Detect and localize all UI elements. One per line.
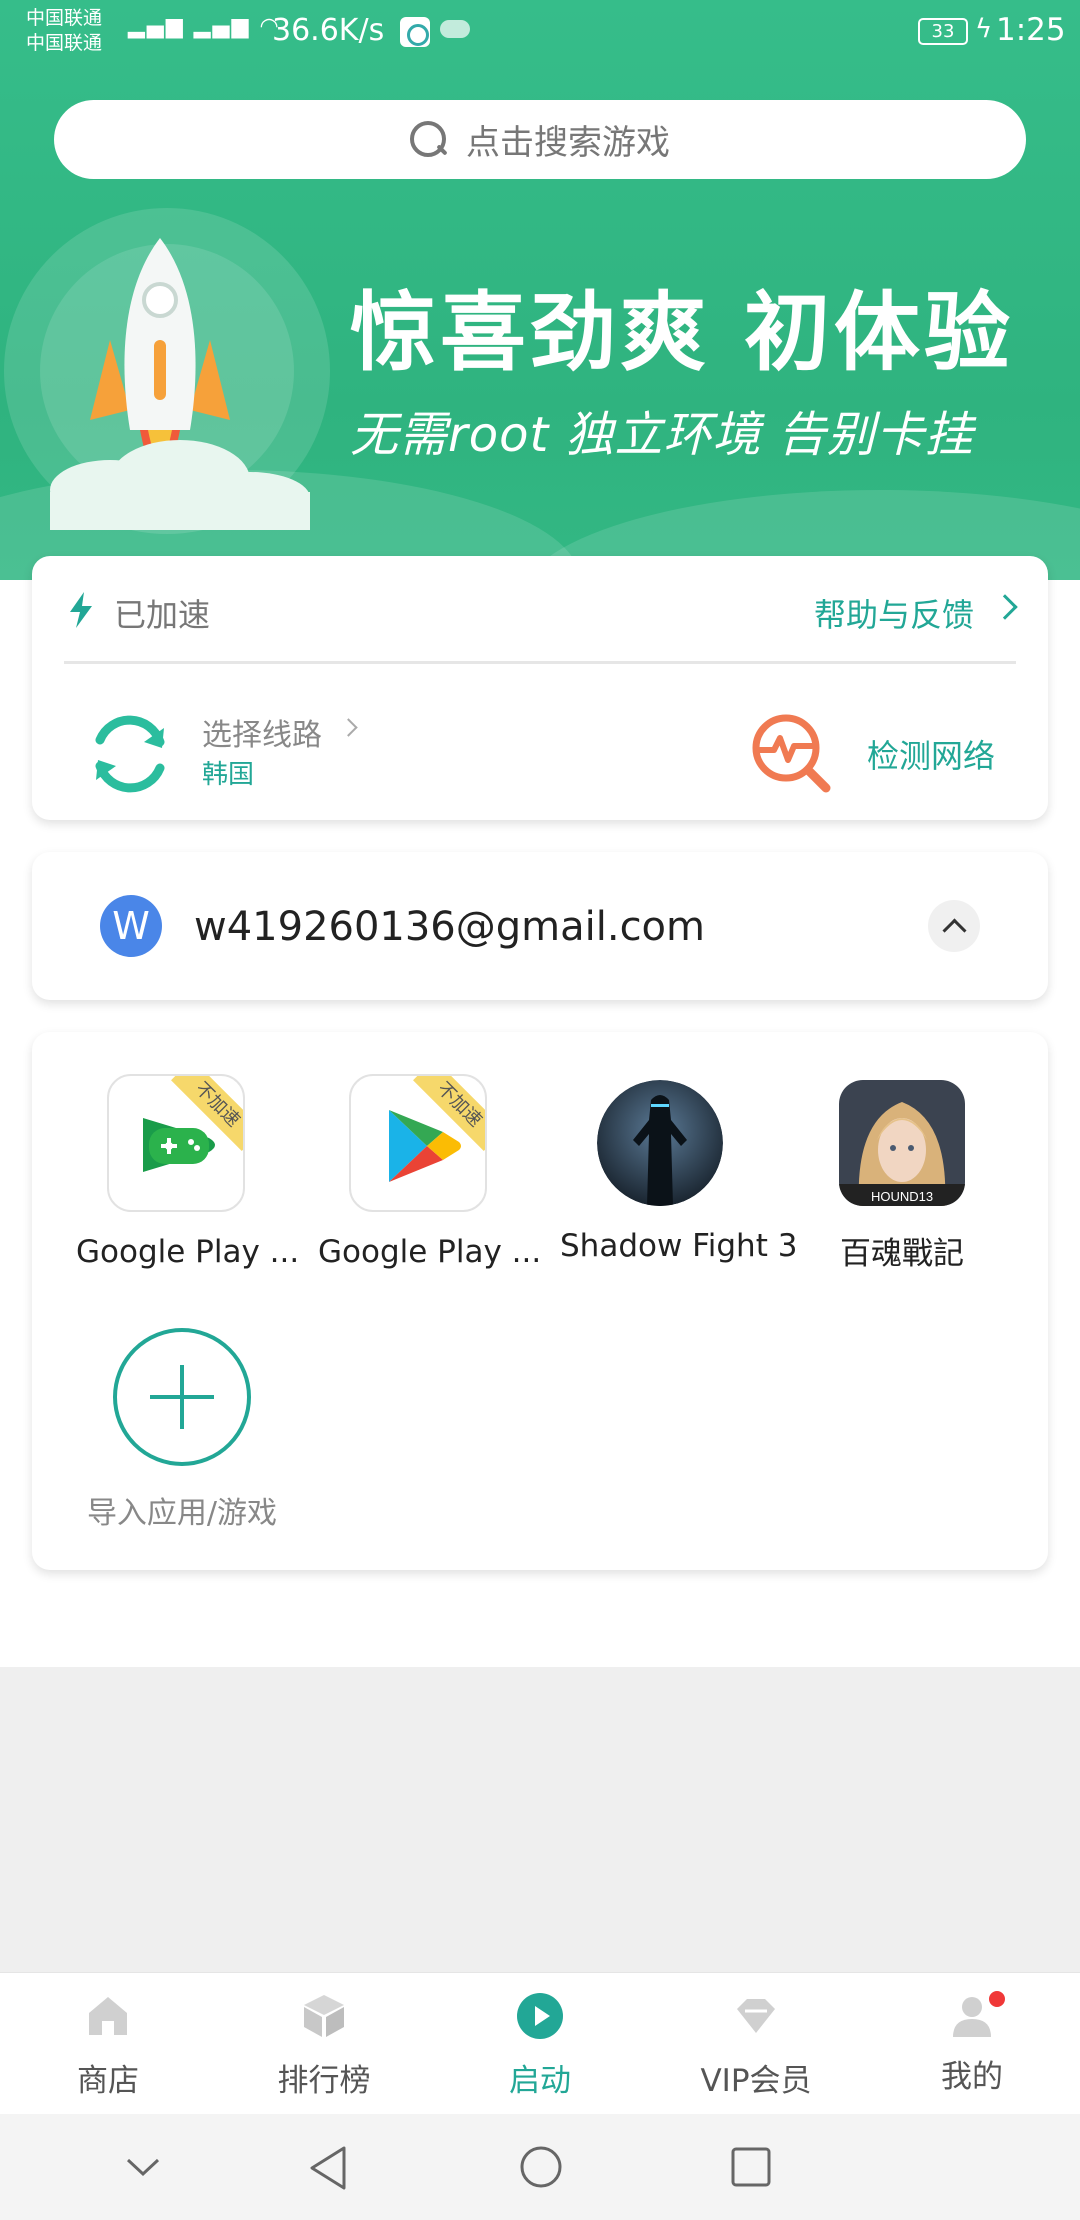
network-check-icon[interactable] bbox=[746, 708, 836, 798]
refresh-route-icon[interactable] bbox=[82, 706, 178, 802]
select-route-label[interactable]: 选择线路 bbox=[202, 710, 322, 754]
home-circle-icon[interactable] bbox=[518, 2144, 564, 2190]
home-icon bbox=[89, 1997, 127, 2035]
net-speed: 36.6K/s bbox=[272, 13, 385, 48]
account-email: w419260136@gmail.com bbox=[194, 904, 705, 950]
tab-ranking[interactable]: 排行榜 bbox=[216, 1973, 432, 2115]
google-play-store-icon[interactable]: 不加速 bbox=[349, 1074, 487, 1212]
search-placeholder: 点击搜索游戏 bbox=[466, 123, 670, 163]
banner-headline: 惊喜劲爽 初体验 bbox=[350, 283, 1014, 383]
diamond-icon bbox=[737, 1999, 775, 2033]
accel-status: 已加速 bbox=[114, 596, 211, 634]
tab-mine[interactable]: 我的 bbox=[864, 1973, 1080, 2115]
app-tile[interactable]: 不加速 Google Play ... bbox=[318, 1074, 542, 1270]
app-tile[interactable]: 不加速 Google Play ... bbox=[76, 1074, 300, 1270]
recents-icon[interactable] bbox=[730, 2146, 772, 2188]
search-icon bbox=[410, 120, 448, 159]
hound13-icon[interactable]: HOUND13 bbox=[839, 1080, 965, 1206]
tab-label: 排行榜 bbox=[277, 2063, 371, 2099]
chevron-up-icon[interactable] bbox=[928, 900, 980, 952]
play-icon bbox=[517, 1993, 563, 2039]
import-app-button[interactable]: 导入应用/游戏 bbox=[72, 1328, 292, 1532]
notification-app-icon bbox=[400, 17, 430, 47]
battery-icon: 33 bbox=[918, 18, 968, 45]
cube-icon bbox=[304, 1995, 344, 2037]
app-name: Google Play ... bbox=[318, 1234, 542, 1270]
app-tile[interactable]: HOUND13 百魂戰記 bbox=[802, 1074, 1002, 1273]
apps-card: 不加速 Google Play ... 不加速 Google Play ... bbox=[32, 1032, 1048, 1570]
plus-icon[interactable] bbox=[113, 1328, 251, 1466]
help-feedback-link[interactable]: 帮助与反馈 bbox=[814, 590, 974, 636]
banner-subline: 无需root 独立环境 告别卡挂 bbox=[350, 407, 974, 463]
back-icon[interactable] bbox=[306, 2144, 350, 2192]
tab-label: 我的 bbox=[941, 2059, 1003, 2095]
carrier-1: 中国联通 bbox=[26, 7, 103, 29]
svg-text:HOUND13: HOUND13 bbox=[871, 1189, 933, 1204]
rocket-icon bbox=[50, 238, 310, 530]
route-value: 韩国 bbox=[202, 760, 255, 790]
app-name: Google Play ... bbox=[76, 1234, 300, 1270]
carrier-2: 中国联通 bbox=[26, 32, 103, 54]
avatar: W bbox=[100, 895, 162, 957]
accel-status-row: 已加速 帮助与反馈 bbox=[32, 556, 1048, 663]
app-tile[interactable]: Shadow Fight 3 bbox=[560, 1074, 798, 1264]
status-bar: 中国联通 中国联通 ▂▄▆ ▂▄▆ ◠ 36.6K/s 33 ϟ 1:25 bbox=[0, 0, 1080, 64]
account-card[interactable]: W w419260136@gmail.com bbox=[32, 852, 1048, 1000]
tab-label: VIP会员 bbox=[700, 2063, 812, 2099]
bolt-icon bbox=[70, 592, 92, 628]
tab-label: 商店 bbox=[77, 2063, 139, 2099]
divider bbox=[64, 661, 1016, 664]
app-name: Shadow Fight 3 bbox=[560, 1228, 798, 1264]
clock: 1:25 bbox=[996, 12, 1066, 48]
bottom-nav: 商店 排行榜 启动 VIP会员 我的 bbox=[0, 1972, 1080, 2114]
tab-launch[interactable]: 启动 bbox=[432, 1973, 648, 2115]
signal-icon: ▂▄▆ ▂▄▆ ◠ bbox=[128, 14, 281, 39]
chevron-right-icon[interactable] bbox=[992, 594, 1018, 620]
search-bar[interactable]: 点击搜索游戏 bbox=[54, 100, 1026, 179]
carrier-labels: 中国联通 中国联通 bbox=[26, 6, 102, 56]
import-label: 导入应用/游戏 bbox=[86, 1496, 278, 1531]
tab-store[interactable]: 商店 bbox=[0, 1973, 216, 2115]
shadow-fight-icon[interactable] bbox=[597, 1080, 723, 1206]
hero-banner: 中国联通 中国联通 ▂▄▆ ▂▄▆ ◠ 36.6K/s 33 ϟ 1:25 点击… bbox=[0, 0, 1080, 580]
chevron-down-icon[interactable] bbox=[124, 2156, 162, 2178]
tab-vip[interactable]: VIP会员 bbox=[648, 1973, 864, 2115]
notification-dot bbox=[987, 1989, 1007, 2009]
network-check-button[interactable]: 检测网络 bbox=[867, 731, 995, 777]
tab-label: 启动 bbox=[509, 2063, 571, 2099]
acceleration-card: 已加速 帮助与反馈 选择线路 韩国 检测网络 bbox=[32, 556, 1048, 820]
charging-icon: ϟ bbox=[975, 14, 993, 44]
cloud-icon bbox=[440, 20, 470, 38]
app-name: 百魂戰記 bbox=[840, 1236, 964, 1272]
chevron-right-icon[interactable] bbox=[339, 718, 358, 737]
google-play-games-icon[interactable]: 不加速 bbox=[107, 1074, 245, 1212]
user-icon bbox=[949, 1989, 1007, 2039]
system-nav-bar bbox=[0, 2114, 1080, 2220]
